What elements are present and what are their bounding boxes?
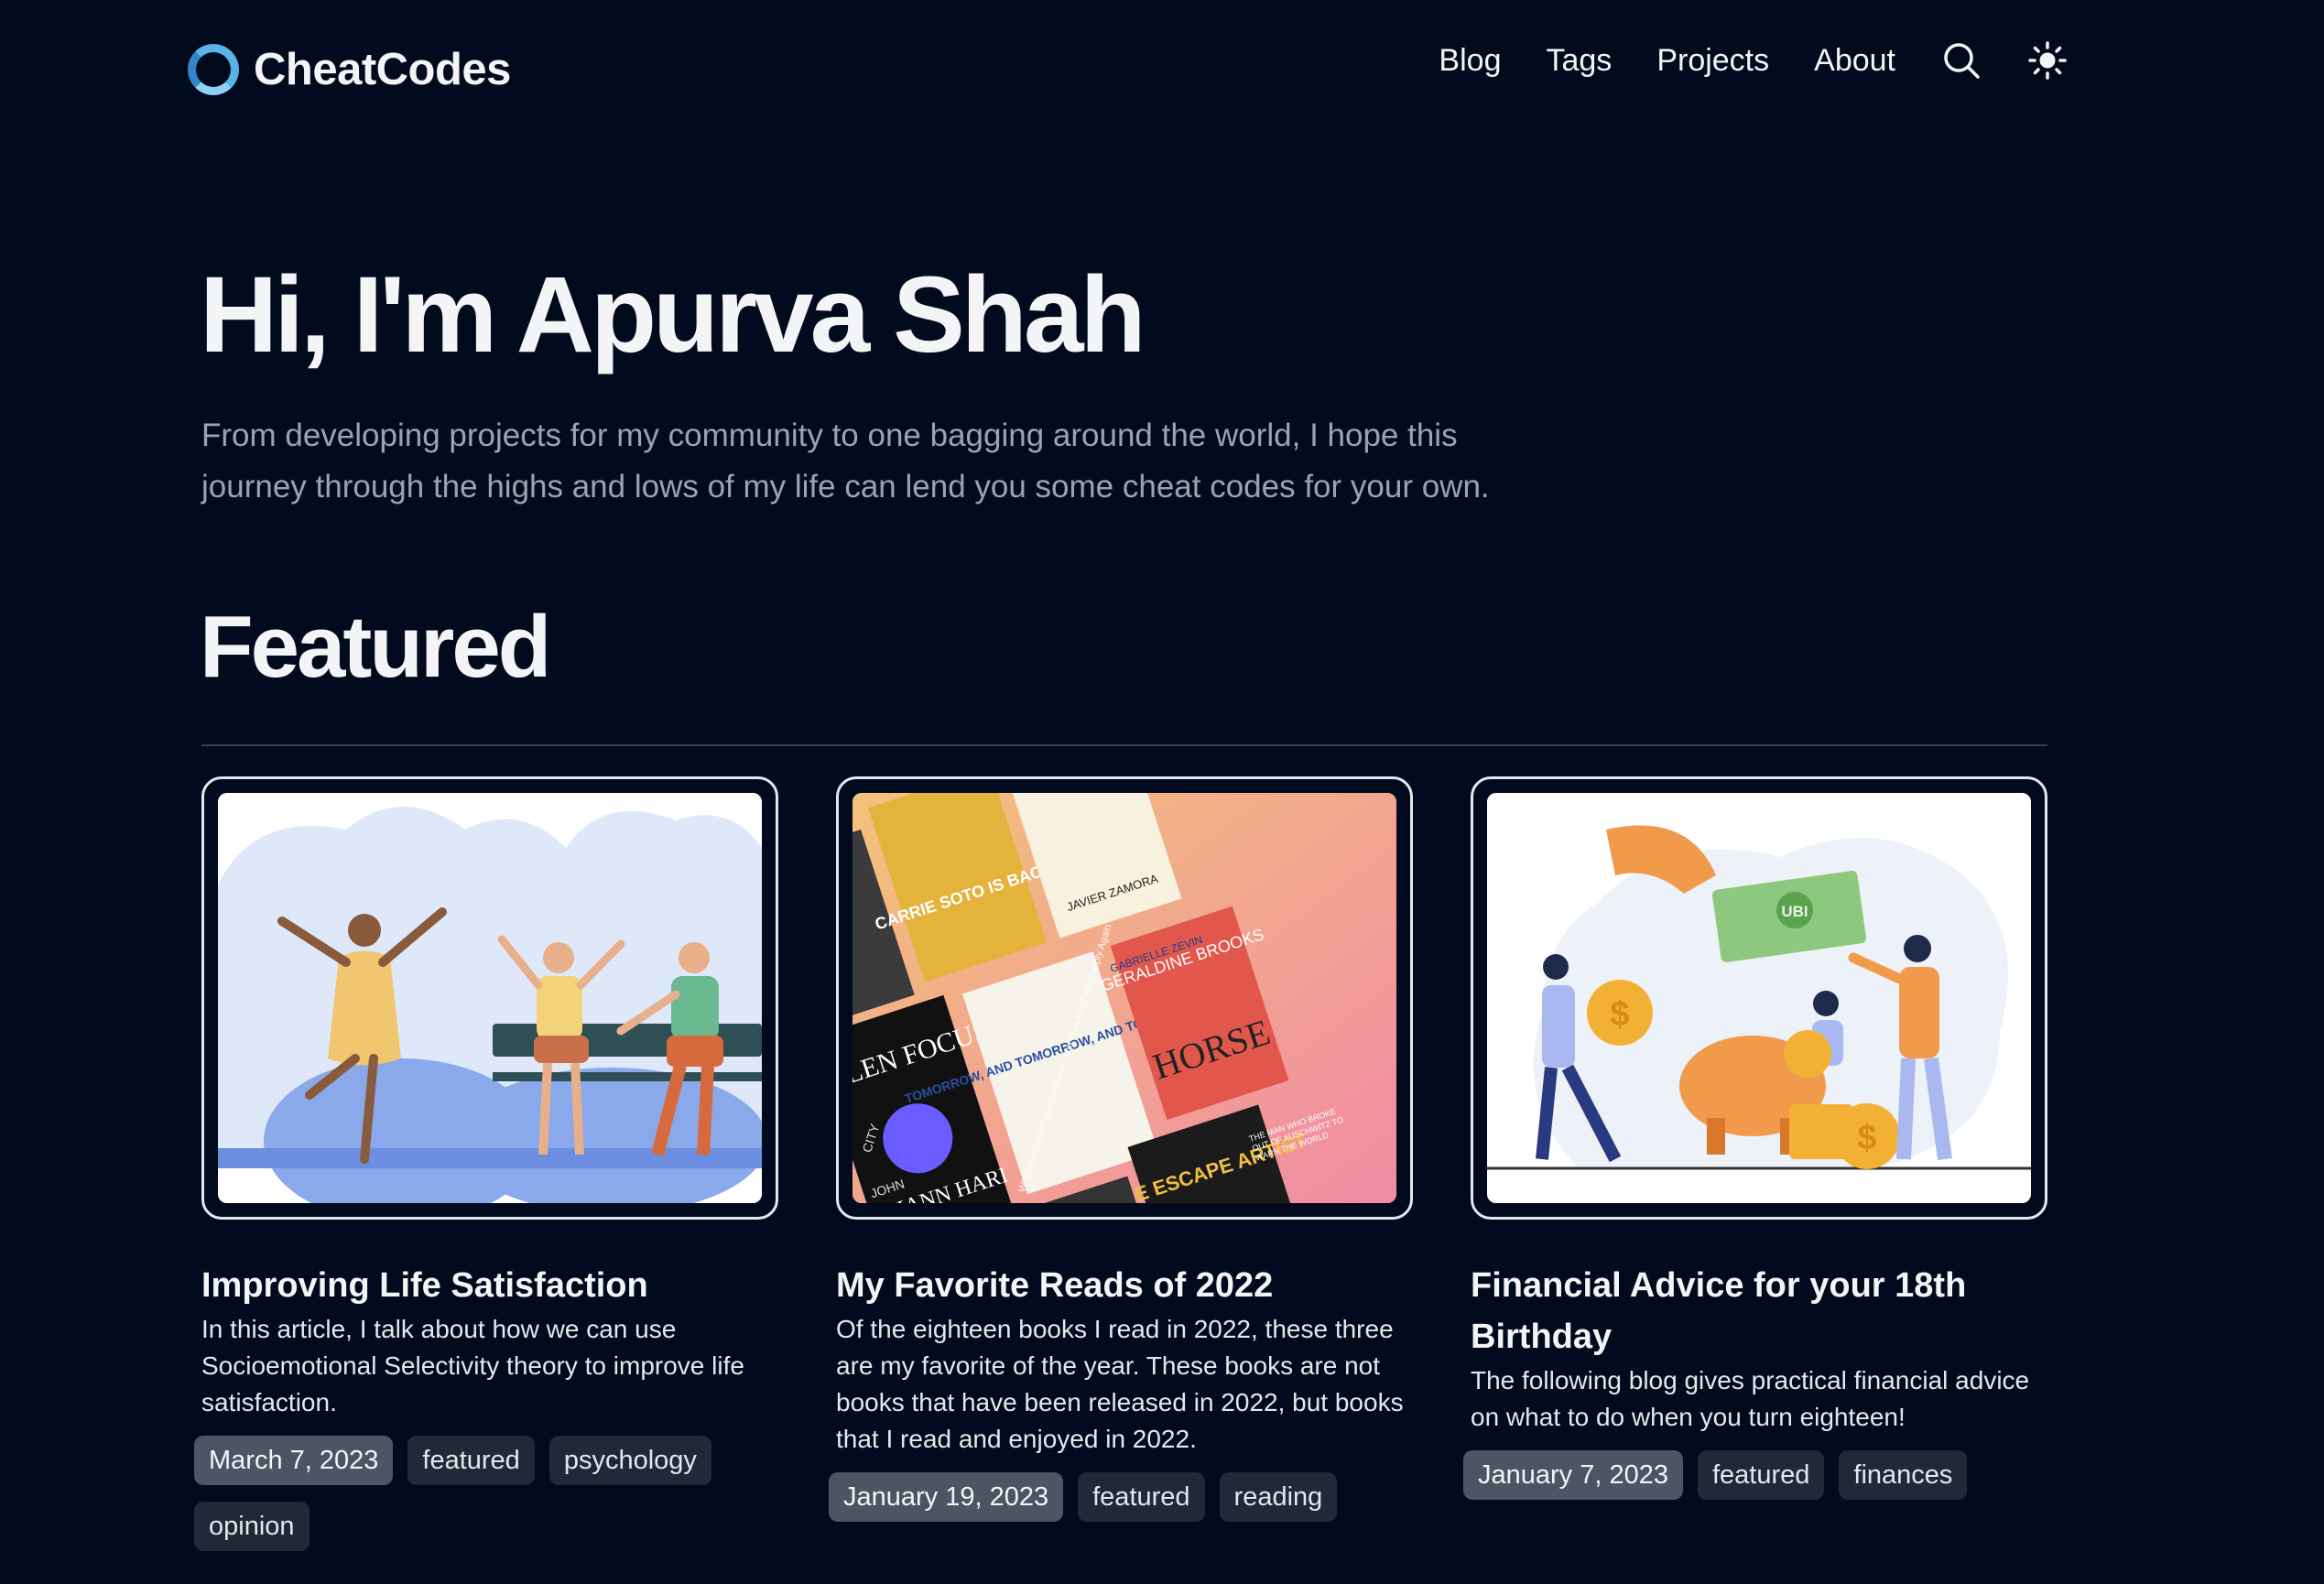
nav-blog[interactable]: Blog — [1439, 43, 1501, 79]
hero-subtitle-line-1: From developing projects for my communit… — [201, 418, 1458, 453]
nav-tags[interactable]: Tags — [1546, 43, 1612, 79]
logo-icon — [188, 44, 239, 95]
post-image-financial-advice: UBI $ $ — [1487, 793, 2031, 1203]
site-header: CheatCodes Blog Tags Projects About — [0, 0, 2324, 137]
hero-subtitle: From developing projects for my communit… — [201, 410, 1612, 513]
post-title[interactable]: Improving Life Satisfaction — [201, 1260, 778, 1311]
search-icon[interactable] — [1941, 40, 1982, 81]
logo-text: CheatCodes — [254, 45, 511, 94]
svg-text:$: $ — [1857, 1119, 1876, 1157]
post-title[interactable]: My Favorite Reads of 2022 — [836, 1260, 1413, 1311]
nav-projects[interactable]: Projects — [1656, 43, 1769, 79]
post-card-favorite-reads[interactable]: STOLEN FOCUS JOHANN HARI CARRIE SOTO IS … — [829, 776, 1413, 1538]
sun-icon[interactable] — [2027, 40, 2068, 81]
svg-text:$: $ — [1610, 995, 1629, 1034]
money-label: UBI — [1781, 903, 1808, 920]
section-divider — [201, 744, 2047, 746]
post-image-frame[interactable] — [201, 776, 778, 1220]
tag-opinion[interactable]: opinion — [194, 1502, 310, 1551]
tag-reading[interactable]: reading — [1219, 1472, 1338, 1522]
post-image-frame[interactable]: STOLEN FOCUS JOHANN HARI CARRIE SOTO IS … — [836, 776, 1413, 1220]
post-description: Of the eighteen books I read in 2022, th… — [836, 1315, 1404, 1453]
post-description: The following blog gives practical finan… — [1471, 1366, 2030, 1431]
main-nav: Blog Tags Projects About — [1439, 40, 2068, 81]
post-card-life-satisfaction[interactable]: Improving Life Satisfaction In this arti… — [194, 776, 778, 1568]
hero-subtitle-line-2: journey through the highs and lows of my… — [201, 469, 1490, 504]
post-image-life-satisfaction — [218, 793, 762, 1203]
featured-heading: Featured — [200, 598, 551, 696]
post-card-financial-advice[interactable]: UBI $ $ Financial Advice for your 18th B… — [1463, 776, 2047, 1516]
post-tags: March 7, 2023 featured psychology opinio… — [194, 1436, 778, 1568]
post-tags: January 19, 2023 featured reading — [829, 1472, 1413, 1538]
logo-link[interactable]: CheatCodes — [188, 44, 511, 95]
tag-featured[interactable]: featured — [407, 1436, 535, 1485]
post-tags: January 7, 2023 featured finances — [1463, 1450, 2047, 1516]
hero-title: Hi, I'm Apurva Shah — [200, 255, 1146, 375]
tag-psychology[interactable]: psychology — [548, 1436, 711, 1485]
nav-about[interactable]: About — [1814, 43, 1895, 79]
tag-finances[interactable]: finances — [1839, 1450, 1968, 1500]
post-title[interactable]: Financial Advice for your 18th Birthday — [1471, 1260, 2047, 1362]
post-image-frame[interactable]: UBI $ $ — [1471, 776, 2047, 1220]
page: CheatCodes Blog Tags Projects About Hi, … — [0, 0, 2324, 1584]
tag-featured[interactable]: featured — [1697, 1450, 1825, 1500]
tag-featured[interactable]: featured — [1078, 1472, 1205, 1522]
post-date-badge: January 7, 2023 — [1463, 1450, 1683, 1500]
post-date-badge: March 7, 2023 — [194, 1436, 394, 1485]
post-description: In this article, I talk about how we can… — [201, 1315, 744, 1416]
post-date-badge: January 19, 2023 — [829, 1472, 1064, 1522]
